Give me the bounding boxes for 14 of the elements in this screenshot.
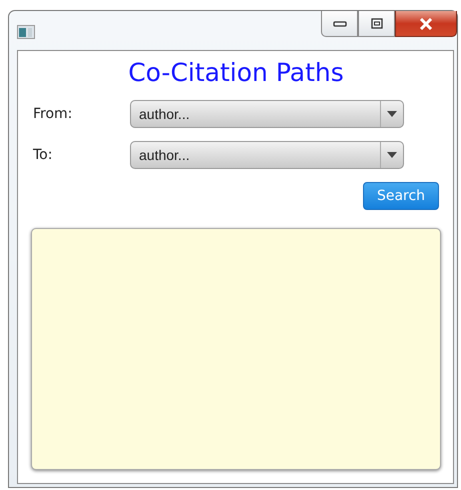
field-label: To: bbox=[32, 147, 54, 163]
close-icon bbox=[419, 18, 433, 30]
minimize-button[interactable] bbox=[321, 11, 358, 37]
close-button[interactable] bbox=[395, 11, 457, 37]
author-dropdown[interactable]: author... bbox=[130, 100, 404, 128]
maximize-icon bbox=[370, 18, 382, 29]
dropdown-arrow-icon bbox=[387, 152, 397, 158]
dialog-title: Co-Citation Paths bbox=[128, 58, 344, 87]
minimize-icon bbox=[332, 20, 346, 28]
app-icon bbox=[17, 25, 35, 39]
author-dropdown[interactable]: author... bbox=[130, 141, 404, 169]
field-label: From: bbox=[32, 106, 74, 122]
dropdown-arrow-icon bbox=[387, 111, 397, 117]
maximize-button[interactable] bbox=[358, 11, 395, 37]
